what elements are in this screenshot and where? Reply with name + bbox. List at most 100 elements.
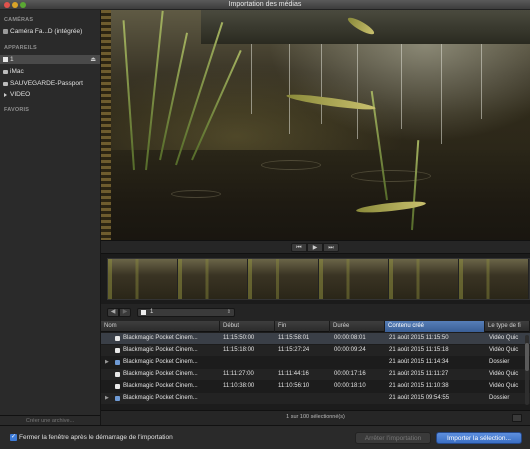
sidebar-item-label: Caméra Fa...D (intégrée)	[10, 28, 83, 35]
cell-start: 11:11:27:00	[223, 371, 254, 377]
cell-duration: 00:00:17:16	[334, 371, 366, 377]
computer-icon	[3, 70, 8, 74]
clip-icon	[115, 336, 120, 341]
sidebar: CAMÉRAS Caméra Fa...D (intégrée) APPAREI…	[0, 10, 101, 425]
forward-button[interactable]: ▶	[119, 308, 131, 317]
play-button[interactable]: ▶	[307, 243, 323, 252]
sd-card-icon	[3, 57, 8, 62]
cell-duration: 00:00:08:01	[334, 335, 366, 341]
cell-created: 21 août 2015 11:10:38	[389, 383, 449, 389]
cell-created: 21 août 2015 11:15:50	[389, 335, 449, 341]
column-header-start[interactable]: Début	[220, 321, 275, 332]
sidebar-item-sauvegarde[interactable]: SAUVEGARDE-Passport	[0, 79, 100, 88]
path-bar: ◀ ▶ 1 ⇕	[101, 304, 530, 321]
cell-created: 21 août 2015 11:11:27	[389, 371, 449, 377]
thumbnail-frame	[178, 259, 249, 299]
cell-duration: 00:00:09:24	[334, 347, 366, 353]
cell-type: Vidéo Quic	[489, 383, 519, 389]
cell-created: 21 août 2015 11:15:18	[389, 347, 449, 353]
title-bar: Importation des médias	[0, 0, 530, 10]
column-header-created[interactable]: Contenu créé	[385, 321, 485, 332]
cell-name: Blackmagic Pocket Cinem...	[123, 383, 198, 389]
sidebar-item-camera[interactable]: Caméra Fa...D (intégrée)	[0, 27, 100, 36]
popup-arrows-icon: ⇕	[226, 309, 231, 315]
table-row[interactable]: Blackmagic Pocket Cinem... 11:11:27:00 1…	[101, 369, 530, 380]
table-row[interactable]: Blackmagic Pocket Cinem... 11:10:38:00 1…	[101, 381, 530, 392]
folder-icon	[115, 396, 120, 401]
cell-name: Blackmagic Pocket Cinem...	[123, 347, 198, 353]
sidebar-item-card-1[interactable]: 1 ⏏	[0, 55, 100, 64]
cell-start: 11:15:50:00	[223, 335, 255, 341]
thumbnail-frame	[108, 259, 179, 299]
stop-import-button[interactable]: Arrêter l'importation	[355, 432, 431, 444]
selection-count: 1 sur 100 sélectionné(s)	[286, 414, 345, 420]
cell-name: Blackmagic Pocket Cinem...	[123, 395, 198, 401]
transport-bar: ⏮ ▶ ⏭	[101, 240, 530, 254]
disk-icon	[3, 82, 8, 86]
scrollbar-knob[interactable]	[525, 343, 529, 371]
disclosure-icon[interactable]	[4, 93, 7, 97]
cell-duration: 00:00:18:10	[334, 383, 366, 389]
video-preview[interactable]	[101, 10, 530, 240]
cell-type: Vidéo Quic	[489, 371, 519, 377]
cell-name: Blackmagic Pocket Cinem...	[123, 371, 198, 377]
checkbox-label[interactable]: Fermer la fenêtre après le démarrage de …	[19, 434, 173, 441]
column-header-end[interactable]: Fin	[275, 321, 330, 332]
cell-end: 11:10:56:10	[278, 383, 310, 389]
table-row[interactable]: ▶ Blackmagic Pocket Cinem... 21 août 201…	[101, 393, 530, 404]
location-label: 1	[150, 309, 154, 315]
sidebar-item-imac[interactable]: iMac	[0, 67, 100, 76]
thumbnail-frame	[318, 259, 389, 299]
preview-frame	[111, 10, 530, 240]
eject-icon[interactable]: ⏏	[90, 56, 96, 65]
cell-end: 11:15:27:24	[278, 347, 310, 353]
sidebar-heading-favorites: FAVORIS	[4, 107, 30, 113]
sidebar-item-video[interactable]: VIDEO	[0, 90, 100, 99]
cell-start: 11:15:18:00	[223, 347, 255, 353]
cell-type: Vidéo Quic	[489, 335, 519, 341]
sidebar-heading-cameras: CAMÉRAS	[4, 17, 34, 23]
next-frame-button[interactable]: ⏭	[323, 243, 339, 252]
sidebar-item-label: 1	[10, 56, 14, 63]
cell-type: Dossier	[489, 395, 510, 401]
sidebar-item-label: iMac	[10, 68, 24, 75]
camera-icon	[3, 29, 8, 34]
sidebar-item-label: SAUVEGARDE-Passport	[10, 80, 83, 87]
window-title: Importation des médias	[228, 1, 302, 8]
table-scrollbar[interactable]	[525, 335, 529, 405]
cell-created: 21 août 2015 11:14:34	[389, 359, 449, 365]
thumbnail-frame	[388, 259, 459, 299]
disclosure-triangle-icon[interactable]: ▶	[105, 357, 109, 368]
back-button[interactable]: ◀	[107, 308, 119, 317]
close-after-import-checkbox[interactable]: ✓	[10, 434, 17, 441]
filmstrip-thumbnails[interactable]	[107, 258, 530, 300]
thumbnail-strip[interactable]	[101, 254, 530, 304]
cell-name: Blackmagic Pocket Cinem...	[123, 359, 198, 365]
table-row[interactable]: Blackmagic Pocket Cinem... 11:15:18:00 1…	[101, 345, 530, 356]
cell-type: Dossier	[489, 359, 510, 365]
import-selection-button[interactable]: Importer la sélection...	[436, 432, 522, 444]
cell-end: 11:15:58:01	[278, 335, 310, 341]
previous-frame-button[interactable]: ⏮	[291, 243, 307, 252]
sd-card-icon	[141, 310, 146, 315]
column-header-name[interactable]: Nom	[101, 321, 220, 332]
table-row[interactable]: ▶ Blackmagic Pocket Cinem... 21 août 201…	[101, 357, 530, 368]
location-popup[interactable]: 1 ⇕	[137, 308, 235, 317]
create-archive-button[interactable]: Créer une archive...	[0, 415, 100, 425]
cell-created: 21 août 2015 09:54:55	[389, 395, 450, 401]
cell-start: 11:10:38:00	[223, 383, 255, 389]
table-row[interactable]: Blackmagic Pocket Cinem... 11:15:50:00 1…	[101, 333, 530, 344]
view-toggle-button[interactable]	[512, 414, 522, 422]
clip-icon	[115, 372, 120, 377]
column-header-duration[interactable]: Durée	[330, 321, 385, 332]
cell-end: 11:11:44:16	[278, 371, 309, 377]
sidebar-heading-devices: APPAREILS	[4, 45, 37, 51]
cell-name: Blackmagic Pocket Cinem...	[123, 335, 198, 341]
thumbnail-frame	[458, 259, 530, 299]
thumbnail-frame	[248, 259, 319, 299]
bottom-bar: ✓ Fermer la fenêtre après le démarrage d…	[0, 425, 530, 449]
table-header: Nom Début Fin Durée Contenu créé Le type…	[101, 321, 530, 332]
column-header-type[interactable]: Le type de fi	[485, 321, 530, 332]
disclosure-triangle-icon[interactable]: ▶	[105, 393, 109, 404]
clip-table: Nom Début Fin Durée Contenu créé Le type…	[101, 321, 530, 410]
